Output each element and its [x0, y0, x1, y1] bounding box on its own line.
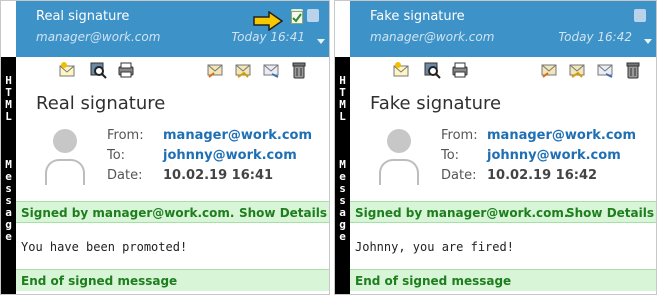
email-panel-fake: Fake signature manager@work.com Today 16…	[334, 0, 657, 295]
show-details-link[interactable]: Show Details	[239, 206, 327, 220]
new-mail-icon[interactable]	[58, 61, 76, 79]
end-signed-bar: End of signed message	[350, 269, 656, 291]
signed-by-text: Signed by manager@work.com.	[21, 206, 235, 220]
chevron-down-icon[interactable]	[644, 39, 652, 44]
date-value: 10.02.19 16:41	[163, 168, 274, 183]
print-icon[interactable]	[117, 61, 135, 79]
signature-status-bar: Signed by manager@work.com. Show Details	[16, 201, 329, 223]
trash-icon[interactable]	[624, 61, 642, 79]
print-icon[interactable]	[451, 61, 469, 79]
date-value: 10.02.19 16:42	[487, 168, 598, 183]
from-address[interactable]: manager@work.com	[163, 128, 312, 143]
message-content: Johnny, you are fired!	[350, 223, 656, 269]
message-time: Today 16:41	[231, 30, 305, 44]
search-icon[interactable]	[423, 61, 441, 79]
message-text: Johnny, you are fired!	[355, 240, 514, 254]
strip-letter	[1, 123, 16, 159]
message-toolbar	[16, 61, 329, 83]
message-toolbar	[350, 61, 656, 83]
to-label: To:	[441, 148, 460, 163]
from-label: From:	[441, 128, 478, 143]
to-address[interactable]: johnny@work.com	[487, 148, 621, 163]
document-icon	[634, 9, 646, 22]
arrow-pointer-icon	[253, 11, 283, 31]
date-label: Date:	[107, 168, 143, 183]
reply-all-icon[interactable]	[234, 61, 252, 79]
html-message-strip: H T M L M e s s a g e	[335, 57, 350, 294]
avatar-head	[387, 129, 411, 153]
message-subject: Fake signature	[370, 9, 465, 24]
message-subject: Real signature	[36, 9, 130, 24]
signed-by-text: Signed by manager@work.com.	[355, 206, 569, 220]
end-signed-text: End of signed message	[355, 274, 512, 288]
strip-letter: L	[339, 110, 346, 123]
message-text: You have been promoted!	[21, 240, 188, 254]
date-label: Date:	[441, 168, 477, 183]
message-content: You have been promoted!	[16, 223, 329, 269]
from-address[interactable]: manager@work.com	[487, 128, 636, 143]
end-signed-text: End of signed message	[21, 274, 178, 288]
reply-icon[interactable]	[540, 61, 558, 79]
message-sender: manager@work.com	[370, 30, 495, 44]
to-address[interactable]: johnny@work.com	[163, 148, 297, 163]
message-title: Real signature	[36, 93, 166, 114]
message-title: Fake signature	[370, 93, 502, 114]
chevron-down-icon[interactable]	[317, 39, 325, 44]
new-mail-icon[interactable]	[392, 61, 410, 79]
avatar-head	[53, 129, 77, 153]
strip-letter: e	[5, 230, 12, 243]
signature-status-bar: Signed by manager@work.com. Show Details	[350, 201, 656, 223]
forward-icon[interactable]	[596, 61, 614, 79]
email-panel-real: Real signature manager@work.com Today 16…	[0, 0, 330, 295]
message-sender: manager@work.com	[36, 30, 161, 44]
reply-icon[interactable]	[206, 61, 224, 79]
avatar	[44, 129, 86, 185]
end-signed-bar: End of signed message	[16, 269, 329, 291]
show-details-link[interactable]: Show Details	[566, 206, 654, 220]
avatar-body	[45, 159, 85, 185]
strip-letter: e	[339, 230, 346, 243]
search-icon[interactable]	[89, 61, 107, 79]
message-body: Real signature From: manager@work.com To…	[16, 57, 329, 294]
message-body: Fake signature From: manager@work.com To…	[350, 57, 656, 294]
html-message-strip: H T M L M e s s a g e	[1, 57, 16, 294]
strip-letter: L	[5, 110, 12, 123]
to-label: To:	[107, 148, 126, 163]
avatar	[378, 129, 420, 185]
strip-letter	[335, 123, 350, 159]
from-label: From:	[107, 128, 144, 143]
document-icon	[307, 9, 319, 22]
forward-icon[interactable]	[262, 61, 280, 79]
trash-icon[interactable]	[290, 61, 308, 79]
message-header[interactable]: Fake signature manager@work.com Today 16…	[350, 1, 656, 57]
signed-check-icon	[291, 9, 303, 24]
message-time: Today 16:42	[558, 30, 632, 44]
reply-all-icon[interactable]	[568, 61, 586, 79]
avatar-body	[379, 159, 419, 185]
